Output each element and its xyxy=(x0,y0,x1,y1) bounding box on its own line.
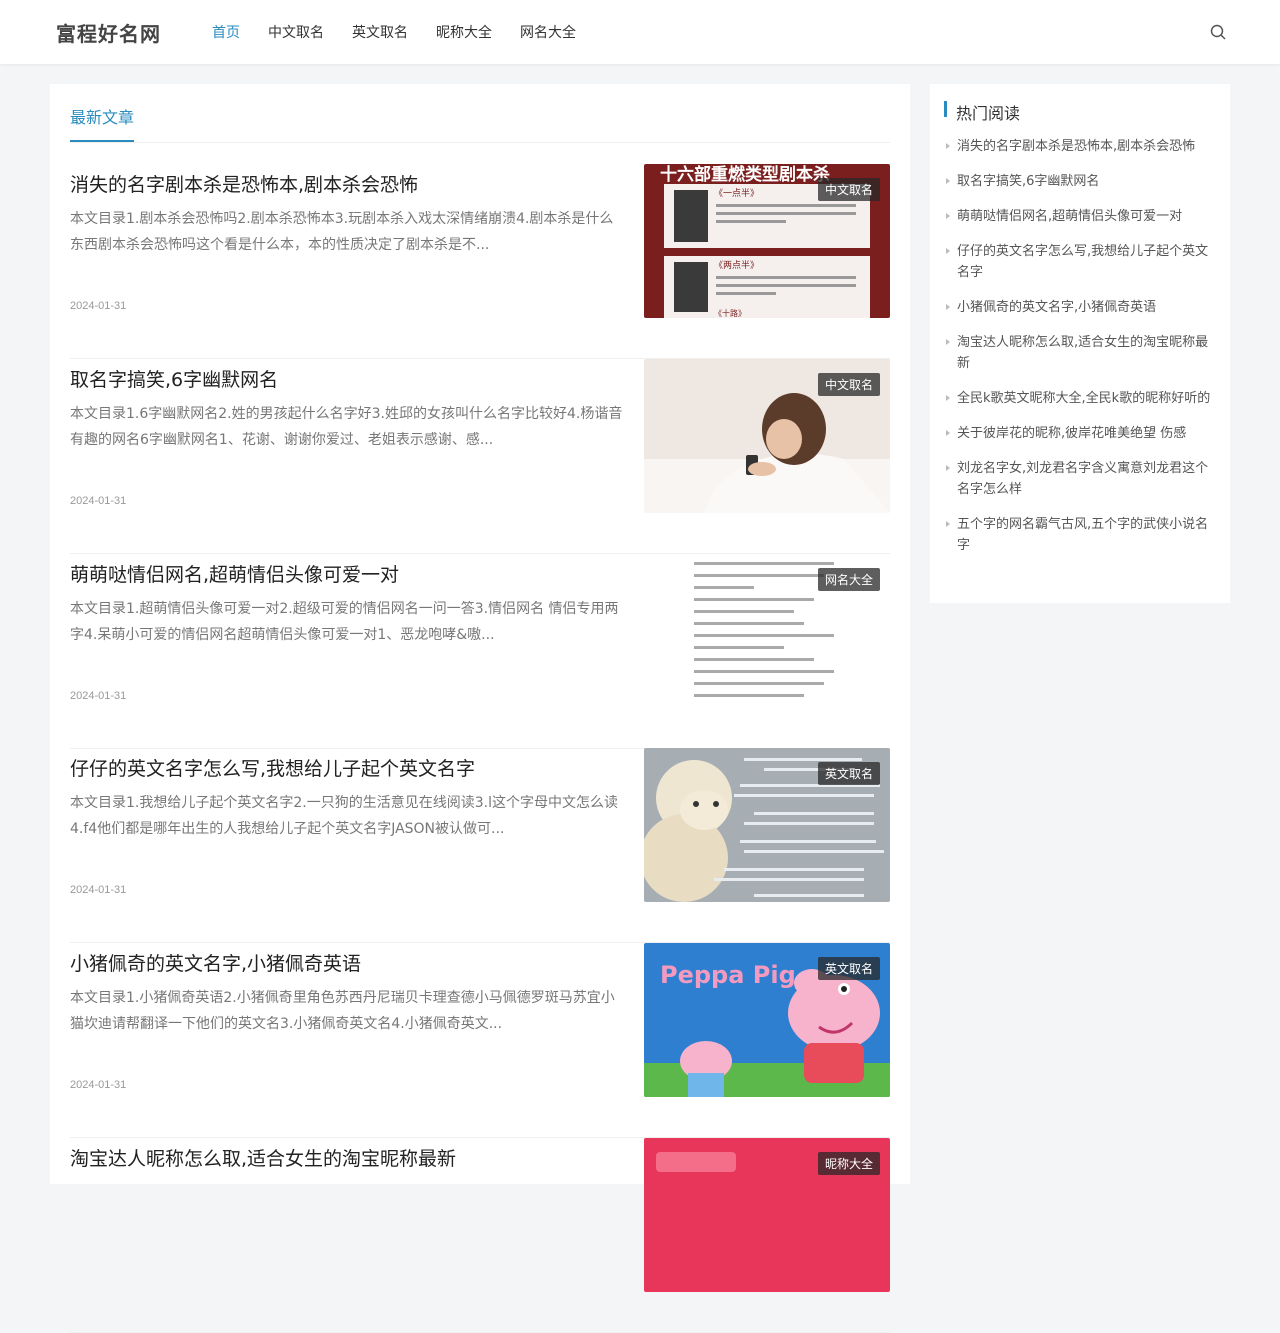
category-badge[interactable]: 英文取名 xyxy=(817,762,880,785)
article-date: 2024-01-31 xyxy=(70,300,127,312)
nav-nicknames[interactable]: 昵称大全 xyxy=(436,22,492,42)
article-summary: 本文目录1.我想给儿子起个英文名字2.一只狗的生活意见在线阅读3.l这个字母中文… xyxy=(70,795,618,837)
nav-usernames[interactable]: 网名大全 xyxy=(520,22,576,42)
article-summary: 本文目录1.6字幽默网名2.姓的男孩起什么名字好3.姓邱的女孩叫什么名字比较好4… xyxy=(70,406,623,448)
site-logo[interactable]: 富程好名网 xyxy=(56,18,161,47)
article-date: 2024-01-31 xyxy=(70,495,127,507)
article-thumbnail[interactable]: Peppa Pig 英文取名 xyxy=(644,943,890,1097)
category-badge[interactable]: 中文取名 xyxy=(817,178,880,201)
article-summary: 本文目录1.小猪佩奇英语2.小猪佩奇里角色苏西丹尼瑞贝卡理查德小马佩德罗斑马苏宜… xyxy=(70,990,615,1032)
article-title[interactable]: 萌萌哒情侣网名,超萌情侣头像可爱一对 xyxy=(70,560,630,587)
article-date: 2024-01-31 xyxy=(70,1079,127,1091)
poster-item-c: 《十路》 xyxy=(714,308,746,318)
article-date: 2024-01-31 xyxy=(70,690,127,702)
article-item: 淘宝达人昵称怎么取,适合女生的淘宝昵称最新 昵称大全 xyxy=(70,1138,890,1333)
article-item: 消失的名字剧本杀是恐怖本,剧本杀会恐怖 本文目录1.剧本杀会恐怖吗2.剧本杀恐怖… xyxy=(70,164,890,359)
article-thumbnail[interactable]: 十六部重燃类型剧本杀 《一点半》 《两点半》 《十路》 中文取名 xyxy=(644,164,890,318)
peppa-logo: Peppa Pig xyxy=(660,961,796,989)
poster-item-b: 《两点半》 xyxy=(714,259,759,271)
article-summary: 本文目录1.剧本杀会恐怖吗2.剧本杀恐怖本3.玩剧本杀入戏太深情绪崩溃4.剧本杀… xyxy=(70,211,614,253)
hot-reading-list: 消失的名字剧本杀是恐怖本,剧本杀会恐怖 取名字搞笑,6字幽默网名 萌萌哒情侣网名… xyxy=(944,136,1216,570)
section-title-underline xyxy=(70,140,134,142)
section-divider xyxy=(70,142,890,143)
site-header: 富程好名网 首页 中文取名 英文取名 昵称大全 网名大全 xyxy=(0,0,1280,64)
article-item: 取名字搞笑,6字幽默网名 本文目录1.6字幽默网名2.姓的男孩起什么名字好3.姓… xyxy=(70,359,890,554)
nav-english-names[interactable]: 英文取名 xyxy=(352,22,408,42)
article-thumbnail[interactable]: 中文取名 xyxy=(644,359,890,513)
hot-reading-sidebar: 热门阅读 消失的名字剧本杀是恐怖本,剧本杀会恐怖 取名字搞笑,6字幽默网名 萌萌… xyxy=(930,84,1230,603)
category-badge[interactable]: 昵称大全 xyxy=(817,1152,880,1175)
hot-reading-item[interactable]: 刘龙名字女,刘龙君名字含义寓意刘龙君这个名字怎么样 xyxy=(944,458,1216,500)
article-item: 仔仔的英文名字怎么写,我想给儿子起个英文名字 本文目录1.我想给儿子起个英文名字… xyxy=(70,748,890,943)
hot-reading-item[interactable]: 小猪佩奇的英文名字,小猪佩奇英语 xyxy=(944,297,1216,318)
article-thumbnail[interactable]: 英文取名 xyxy=(644,748,890,902)
article-item: 萌萌哒情侣网名,超萌情侣头像可爱一对 本文目录1.超萌情侣头像可爱一对2.超级可… xyxy=(70,554,890,749)
article-date: 2024-01-31 xyxy=(70,884,127,896)
sidebar-title: 热门阅读 xyxy=(956,104,1021,123)
article-title[interactable]: 小猪佩奇的英文名字,小猪佩奇英语 xyxy=(70,949,630,976)
hot-reading-item[interactable]: 淘宝达人昵称怎么取,适合女生的淘宝昵称最新 xyxy=(944,332,1216,374)
hot-reading-item[interactable]: 五个字的网名霸气古风,五个字的武侠小说名字 xyxy=(944,514,1216,556)
article-thumbnail[interactable]: 网名大全 xyxy=(644,554,890,708)
hot-reading-item[interactable]: 仔仔的英文名字怎么写,我想给儿子起个英文名字 xyxy=(944,241,1216,283)
article-summary: 本文目录1.超萌情侣头像可爱一对2.超级可爱的情侣网名一问一答3.情侣网名 情侣… xyxy=(70,601,619,643)
poster-item-a: 《一点半》 xyxy=(714,187,759,199)
latest-articles-panel: 最新文章 消失的名字剧本杀是恐怖本,剧本杀会恐怖 本文目录1.剧本杀会恐怖吗2.… xyxy=(50,84,910,1333)
nav-chinese-names[interactable]: 中文取名 xyxy=(268,22,324,42)
category-badge[interactable]: 中文取名 xyxy=(817,373,880,396)
article-title[interactable]: 消失的名字剧本杀是恐怖本,剧本杀会恐怖 xyxy=(70,170,630,197)
sidebar-title-accent xyxy=(944,101,947,117)
category-badge[interactable]: 网名大全 xyxy=(817,568,880,591)
category-badge[interactable]: 英文取名 xyxy=(817,957,880,980)
article-title[interactable]: 取名字搞笑,6字幽默网名 xyxy=(70,365,630,392)
article-thumbnail[interactable]: 昵称大全 xyxy=(644,1138,890,1292)
hot-reading-item[interactable]: 关于彼岸花的昵称,彼岸花唯美绝望 伤感 xyxy=(944,423,1216,444)
hot-reading-item[interactable]: 消失的名字剧本杀是恐怖本,剧本杀会恐怖 xyxy=(944,136,1216,157)
poster-heading: 十六部重燃类型剧本杀 xyxy=(660,164,830,185)
hot-reading-item[interactable]: 取名字搞笑,6字幽默网名 xyxy=(944,171,1216,192)
hot-reading-item[interactable]: 全民k歌英文昵称大全,全民k歌的昵称好听的 xyxy=(944,388,1216,409)
article-item: 小猪佩奇的英文名字,小猪佩奇英语 本文目录1.小猪佩奇英语2.小猪佩奇里角色苏西… xyxy=(70,943,890,1138)
nav-home[interactable]: 首页 xyxy=(212,22,240,42)
section-title: 最新文章 xyxy=(70,108,135,127)
hot-reading-item[interactable]: 萌萌哒情侣网名,超萌情侣头像可爱一对 xyxy=(944,206,1216,227)
article-title[interactable]: 仔仔的英文名字怎么写,我想给儿子起个英文名字 xyxy=(70,754,630,781)
search-icon[interactable] xyxy=(1210,24,1226,40)
main-nav: 首页 中文取名 英文取名 昵称大全 网名大全 xyxy=(212,0,604,64)
